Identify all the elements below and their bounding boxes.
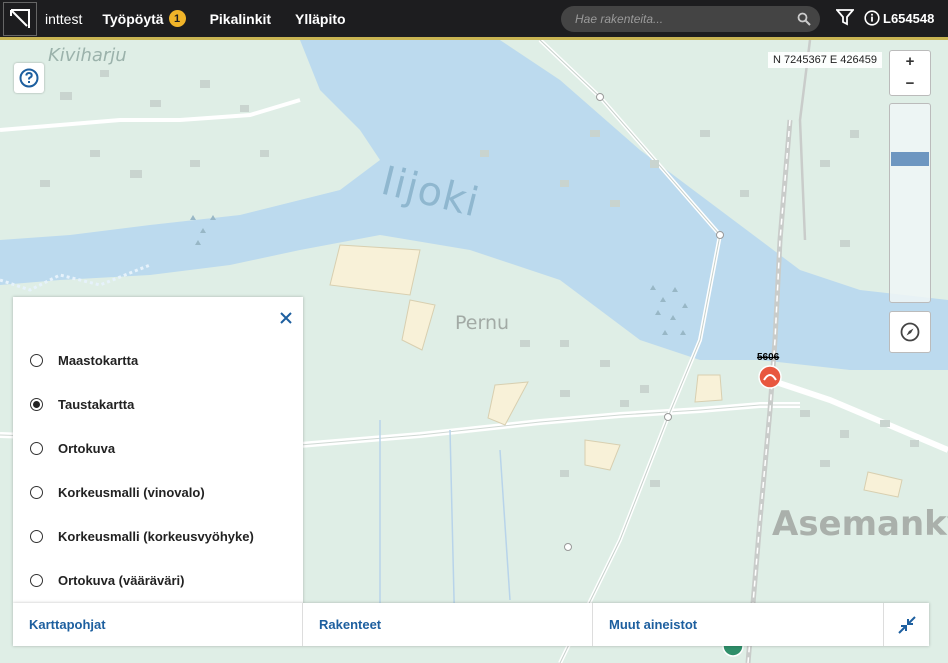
radio-vinovalo[interactable] bbox=[30, 486, 43, 499]
help-button[interactable] bbox=[14, 63, 44, 93]
close-icon[interactable] bbox=[279, 311, 293, 330]
compass-button[interactable] bbox=[889, 311, 931, 353]
layer-option-label: Ortokuva (vääräväri) bbox=[58, 573, 185, 588]
zoom-in-icon[interactable]: + bbox=[890, 51, 930, 73]
collapse-button[interactable] bbox=[884, 603, 929, 646]
collapse-icon bbox=[897, 615, 916, 634]
zoom-out-icon[interactable]: − bbox=[890, 73, 930, 95]
radio-ortokuva[interactable] bbox=[30, 442, 43, 455]
zoom-slider[interactable] bbox=[889, 103, 931, 303]
layer-option-label: Maastokartta bbox=[58, 353, 139, 368]
nav-item-yllapito[interactable]: Ylläpito bbox=[295, 11, 346, 27]
radio-maastokartta[interactable] bbox=[30, 354, 43, 367]
radio-taustakartta[interactable] bbox=[30, 398, 43, 411]
tab-rakenteet[interactable]: Rakenteet bbox=[303, 603, 593, 646]
layer-option-maastokartta[interactable]: Maastokartta bbox=[30, 353, 138, 368]
zoom-slider-handle[interactable] bbox=[891, 152, 929, 166]
nav-item-pikalinkit[interactable]: Pikalinkit bbox=[210, 11, 271, 27]
place-label-kiviharju: Kiviharju bbox=[48, 45, 127, 66]
tab-muut-aineistot[interactable]: Muut aineistot bbox=[593, 603, 884, 646]
app-name[interactable]: inttest bbox=[45, 11, 82, 27]
nav-item-tyopoyta[interactable]: Työpöytä 1 bbox=[102, 10, 186, 27]
search-icon[interactable] bbox=[797, 12, 811, 31]
layer-option-ortokuva[interactable]: Ortokuva bbox=[30, 441, 115, 456]
notification-badge: 1 bbox=[168, 10, 186, 27]
compass-icon bbox=[900, 322, 920, 342]
place-label-pernu: Pernu bbox=[455, 312, 510, 334]
layer-option-taustakartta[interactable]: Taustakartta bbox=[30, 397, 134, 412]
tab-karttapohjat[interactable]: Karttapohjat bbox=[13, 603, 303, 646]
nav-label: Työpöytä bbox=[102, 10, 164, 27]
logo-icon[interactable] bbox=[3, 1, 37, 36]
coordinate-readout: N 7245367 E 426459 bbox=[768, 52, 882, 68]
filter-icon[interactable] bbox=[835, 9, 855, 31]
help-icon bbox=[19, 68, 39, 88]
layer-option-label: Ortokuva bbox=[58, 441, 116, 456]
search-input[interactable] bbox=[575, 12, 790, 26]
place-label-asemakyla: Asemankylä bbox=[772, 504, 948, 544]
user-id[interactable]: L654548 bbox=[883, 11, 934, 26]
info-icon[interactable] bbox=[864, 10, 880, 31]
layer-option-vinovalo[interactable]: Korkeusmalli (vinovalo) bbox=[30, 485, 205, 500]
layer-option-vaaravari[interactable]: Ortokuva (vääräväri) bbox=[30, 573, 184, 588]
radio-korkeusvyohyke[interactable] bbox=[30, 530, 43, 543]
layer-option-label: Taustakartta bbox=[58, 397, 135, 412]
layer-option-label: Korkeusmalli (vinovalo) bbox=[58, 485, 205, 500]
bottom-tabs: Karttapohjat Rakenteet Muut aineistot bbox=[13, 603, 929, 646]
layer-option-label: Korkeusmalli (korkeusvyöhyke) bbox=[58, 529, 254, 544]
layers-panel: Maastokartta Taustakartta Ortokuva Korke… bbox=[13, 297, 303, 603]
structure-marker[interactable]: 5606 bbox=[753, 348, 787, 392]
structure-label: 5606 bbox=[757, 352, 780, 363]
search-box[interactable] bbox=[561, 6, 820, 32]
zoom-controls: + − bbox=[889, 50, 931, 96]
layer-option-korkeusvyohyke[interactable]: Korkeusmalli (korkeusvyöhyke) bbox=[30, 529, 254, 544]
radio-vaaravari[interactable] bbox=[30, 574, 43, 587]
structure-marker-icon bbox=[758, 365, 782, 389]
